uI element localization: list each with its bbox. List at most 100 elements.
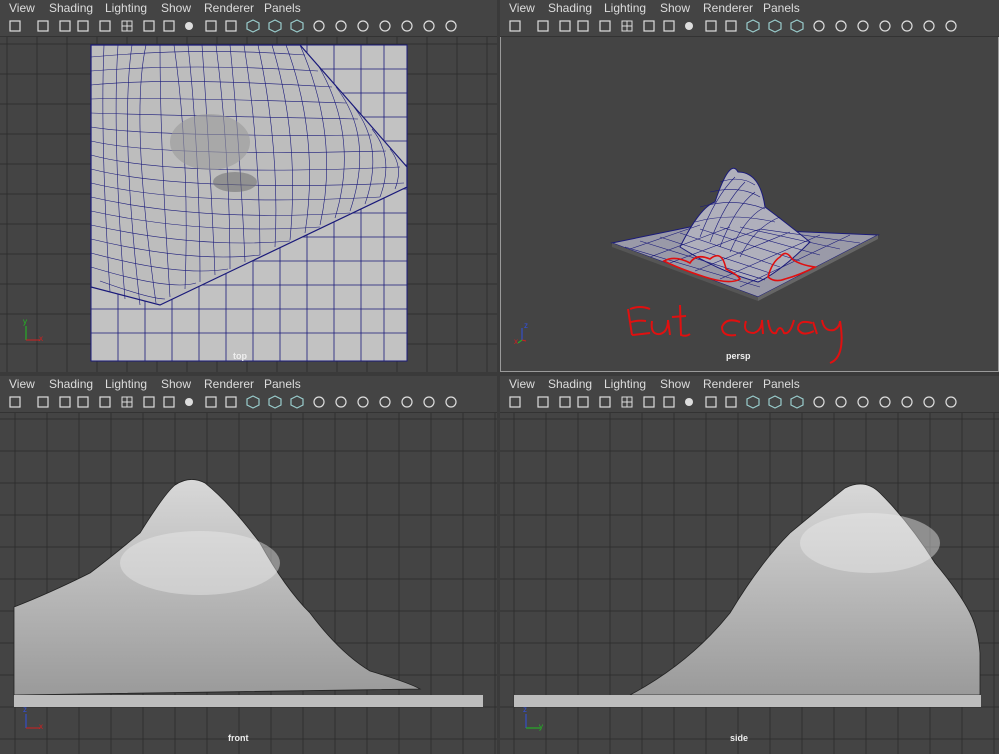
pencil-icon[interactable] <box>598 395 612 409</box>
viewport-panel-side[interactable]: View Shading Lighting Show Renderer Pane… <box>500 376 999 754</box>
menu-panels[interactable]: Panels <box>763 1 800 15</box>
film-gate-icon[interactable] <box>142 19 156 33</box>
use-all-lights-icon[interactable] <box>834 395 848 409</box>
camera-select-icon[interactable] <box>8 19 22 33</box>
shadows-icon[interactable] <box>356 19 370 33</box>
field-chart-icon[interactable] <box>704 395 718 409</box>
ambient-occlusion-icon[interactable] <box>878 395 892 409</box>
smooth-shade-icon[interactable] <box>768 19 782 33</box>
pencil-icon[interactable] <box>98 395 112 409</box>
shadows-icon[interactable] <box>856 19 870 33</box>
motion-blur-icon[interactable] <box>900 395 914 409</box>
film-gate-icon[interactable] <box>142 395 156 409</box>
menu-view[interactable]: View <box>509 1 535 15</box>
camera-attributes-icon[interactable] <box>36 395 50 409</box>
wireframe-icon[interactable] <box>746 395 760 409</box>
safe-action-icon[interactable] <box>224 395 238 409</box>
viewport-panel-persp[interactable]: View Shading Lighting Show Renderer Pane… <box>500 0 999 372</box>
depth-of-field-icon[interactable] <box>444 395 458 409</box>
grid-icon[interactable] <box>120 395 134 409</box>
menu-panels[interactable]: Panels <box>264 377 301 391</box>
textured-icon[interactable] <box>312 395 326 409</box>
field-chart-icon[interactable] <box>204 19 218 33</box>
textured-icon[interactable] <box>812 19 826 33</box>
menu-show[interactable]: Show <box>161 1 191 15</box>
menu-panels[interactable]: Panels <box>763 377 800 391</box>
menu-shading[interactable]: Shading <box>548 377 592 391</box>
pencil-icon[interactable] <box>598 19 612 33</box>
safe-action-icon[interactable] <box>724 395 738 409</box>
smooth-shade-icon[interactable] <box>268 19 282 33</box>
safe-action-icon[interactable] <box>724 19 738 33</box>
menu-show[interactable]: Show <box>660 1 690 15</box>
viewport-panel-top[interactable]: View Shading Lighting Show Renderer Pane… <box>0 0 497 372</box>
textured-icon[interactable] <box>312 19 326 33</box>
menu-lighting[interactable]: Lighting <box>604 377 646 391</box>
grid-icon[interactable] <box>620 395 634 409</box>
motion-blur-icon[interactable] <box>400 19 414 33</box>
wireframe-on-shaded-icon[interactable] <box>790 19 804 33</box>
depth-of-field-icon[interactable] <box>444 19 458 33</box>
menu-view[interactable]: View <box>9 1 35 15</box>
shadows-icon[interactable] <box>856 395 870 409</box>
anti-aliasing-icon[interactable] <box>922 19 936 33</box>
menu-renderer[interactable]: Renderer <box>204 377 254 391</box>
viewport-front[interactable]: front z x <box>0 413 497 754</box>
bookmark-icon[interactable] <box>58 19 72 33</box>
menu-shading[interactable]: Shading <box>49 377 93 391</box>
menu-lighting[interactable]: Lighting <box>105 1 147 15</box>
camera-attributes-icon[interactable] <box>536 395 550 409</box>
menu-view[interactable]: View <box>9 377 35 391</box>
resolution-gate-icon[interactable] <box>162 19 176 33</box>
smooth-shade-icon[interactable] <box>768 395 782 409</box>
field-chart-icon[interactable] <box>704 19 718 33</box>
menu-shading[interactable]: Shading <box>548 1 592 15</box>
menu-panels[interactable]: Panels <box>264 1 301 15</box>
safe-action-icon[interactable] <box>224 19 238 33</box>
menu-renderer[interactable]: Renderer <box>204 1 254 15</box>
gate-mask-icon[interactable] <box>182 19 196 33</box>
depth-of-field-icon[interactable] <box>944 19 958 33</box>
menu-show[interactable]: Show <box>660 377 690 391</box>
shadows-icon[interactable] <box>356 395 370 409</box>
wireframe-on-shaded-icon[interactable] <box>290 19 304 33</box>
camera-select-icon[interactable] <box>8 395 22 409</box>
bookmark-icon[interactable] <box>558 395 572 409</box>
film-gate-icon[interactable] <box>642 19 656 33</box>
viewport-persp[interactable]: persp z x <box>500 37 999 372</box>
motion-blur-icon[interactable] <box>400 395 414 409</box>
anti-aliasing-icon[interactable] <box>422 395 436 409</box>
camera-attributes-icon[interactable] <box>536 19 550 33</box>
menu-lighting[interactable]: Lighting <box>604 1 646 15</box>
bookmark-icon[interactable] <box>58 395 72 409</box>
gate-mask-icon[interactable] <box>682 19 696 33</box>
ambient-occlusion-icon[interactable] <box>378 19 392 33</box>
wireframe-icon[interactable] <box>246 19 260 33</box>
grid-icon[interactable] <box>620 19 634 33</box>
smooth-shade-icon[interactable] <box>268 395 282 409</box>
menu-shading[interactable]: Shading <box>49 1 93 15</box>
bookmark-icon[interactable] <box>558 19 572 33</box>
menu-lighting[interactable]: Lighting <box>105 377 147 391</box>
wireframe-icon[interactable] <box>746 19 760 33</box>
camera-select-icon[interactable] <box>508 395 522 409</box>
use-all-lights-icon[interactable] <box>834 19 848 33</box>
use-all-lights-icon[interactable] <box>334 19 348 33</box>
wireframe-on-shaded-icon[interactable] <box>290 395 304 409</box>
use-all-lights-icon[interactable] <box>334 395 348 409</box>
pencil-icon[interactable] <box>98 19 112 33</box>
anti-aliasing-icon[interactable] <box>422 19 436 33</box>
image-plane-icon[interactable] <box>576 395 590 409</box>
image-plane-icon[interactable] <box>576 19 590 33</box>
menu-view[interactable]: View <box>509 377 535 391</box>
resolution-gate-icon[interactable] <box>162 395 176 409</box>
ambient-occlusion-icon[interactable] <box>378 395 392 409</box>
gate-mask-icon[interactable] <box>682 395 696 409</box>
wireframe-icon[interactable] <box>246 395 260 409</box>
image-plane-icon[interactable] <box>76 19 90 33</box>
textured-icon[interactable] <box>812 395 826 409</box>
camera-attributes-icon[interactable] <box>36 19 50 33</box>
image-plane-icon[interactable] <box>76 395 90 409</box>
resolution-gate-icon[interactable] <box>662 395 676 409</box>
menu-renderer[interactable]: Renderer <box>703 377 753 391</box>
